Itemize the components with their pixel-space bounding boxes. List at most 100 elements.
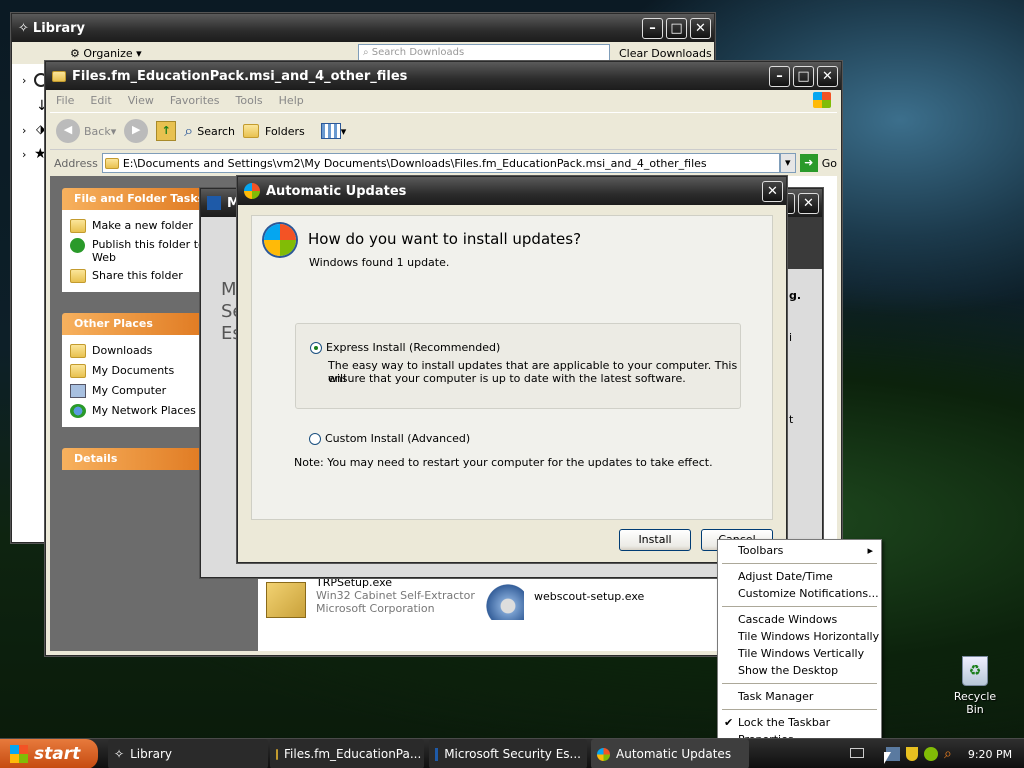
expand-arrow[interactable]: › bbox=[22, 148, 26, 161]
updates-titlebar[interactable]: Automatic Updates ✕ bbox=[238, 177, 786, 205]
expand-arrow[interactable]: › bbox=[22, 74, 26, 87]
go-button[interactable]: ➜ Go bbox=[799, 154, 837, 172]
menu-item-tile-vertically[interactable]: Tile Windows Vertically bbox=[720, 645, 879, 662]
minimize-button[interactable]: – bbox=[642, 18, 663, 39]
views-button[interactable]: ▾ bbox=[320, 123, 346, 139]
close-button[interactable]: ✕ bbox=[762, 181, 783, 202]
menu-separator bbox=[722, 683, 877, 684]
go-arrow-icon: ➜ bbox=[799, 154, 818, 172]
update-tray-icon[interactable] bbox=[924, 747, 938, 761]
minimize-button[interactable]: – bbox=[769, 66, 790, 87]
updates-shield-icon bbox=[244, 183, 260, 199]
menu-item-show-desktop[interactable]: Show the Desktop bbox=[720, 662, 879, 679]
start-button[interactable]: start bbox=[0, 739, 98, 768]
my-computer-icon bbox=[70, 384, 86, 398]
back-icon: ◀ bbox=[56, 119, 80, 143]
windows-flag-icon bbox=[10, 745, 28, 763]
setup-cd-icon bbox=[484, 580, 524, 620]
address-label: Address bbox=[54, 156, 98, 170]
place-my-documents-label: My Documents bbox=[92, 364, 175, 377]
place-my-network-label: My Network Places bbox=[92, 404, 196, 417]
back-button[interactable]: ◀ Back ▾ bbox=[56, 119, 116, 143]
menu-separator bbox=[722, 563, 877, 564]
start-label: start bbox=[34, 744, 81, 764]
install-button[interactable]: Install bbox=[619, 529, 691, 551]
file-item[interactable]: webscout-setup.exe bbox=[484, 576, 684, 626]
share-folder-icon bbox=[70, 269, 86, 283]
taskbar: start ✧ Library Files.fm_EducationPa... M… bbox=[0, 738, 1024, 768]
menu-view[interactable]: View bbox=[128, 94, 154, 107]
security-shield-tray-icon[interactable] bbox=[906, 747, 918, 761]
windows-logo-icon bbox=[813, 92, 831, 108]
share-folder-label: Share this folder bbox=[92, 269, 183, 282]
menu-item-lock-taskbar[interactable]: ✔ Lock the Taskbar bbox=[720, 714, 879, 731]
file-info: TRPSetup.exe Win32 Cabinet Self-Extracto… bbox=[316, 576, 475, 615]
address-input[interactable]: E:\Documents and Settings\vm2\My Documen… bbox=[101, 153, 780, 173]
menu-edit[interactable]: Edit bbox=[90, 94, 111, 107]
search-icon: ⌕ bbox=[184, 121, 194, 140]
back-label: Back bbox=[84, 124, 111, 138]
menu-item-task-manager[interactable]: Task Manager bbox=[720, 688, 879, 705]
maximize-button[interactable]: □ bbox=[793, 66, 814, 87]
explorer-title: Files.fm_EducationPack.msi_and_4_other_f… bbox=[72, 68, 408, 84]
library-search-input[interactable]: ⌕ Search Downloads bbox=[358, 44, 610, 62]
system-tray: ⌕ 9:20 PM bbox=[880, 739, 1024, 768]
close-button[interactable]: ✕ bbox=[690, 18, 711, 39]
explorer-titlebar[interactable]: Files.fm_EducationPack.msi_and_4_other_f… bbox=[46, 62, 841, 90]
custom-install-radio[interactable]: Custom Install (Advanced) bbox=[309, 432, 470, 445]
menu-file[interactable]: File bbox=[56, 94, 74, 107]
address-value: E:\Documents and Settings\vm2\My Documen… bbox=[122, 156, 707, 170]
search-button[interactable]: ⌕ Search bbox=[184, 121, 235, 141]
taskbar-item-explorer[interactable]: Files.fm_EducationPa... bbox=[270, 739, 424, 768]
file-name: webscout-setup.exe bbox=[534, 590, 645, 603]
menu-help[interactable]: Help bbox=[279, 94, 304, 107]
clock[interactable]: 9:20 PM bbox=[968, 748, 1012, 761]
up-folder-icon[interactable]: ↑ bbox=[156, 121, 177, 141]
menu-item-toolbars[interactable]: Toolbars ▸ bbox=[720, 542, 879, 559]
restart-note: Note: You may need to restart your compu… bbox=[294, 456, 713, 469]
my-documents-icon bbox=[70, 364, 86, 378]
taskbar-item-security-essentials[interactable]: Microsoft Security Es... bbox=[429, 739, 587, 768]
close-button[interactable]: ✕ bbox=[798, 193, 819, 214]
taskbar-item-label: Microsoft Security Es... bbox=[444, 747, 581, 761]
maximize-button[interactable]: □ bbox=[666, 18, 687, 39]
clear-downloads-button[interactable]: Clear Downloads bbox=[619, 47, 712, 60]
mse-small-icon bbox=[435, 747, 439, 761]
recycle-bin-label: Recycle Bin bbox=[953, 690, 997, 716]
taskbar-item-library[interactable]: ✧ Library bbox=[108, 739, 268, 768]
file-company: Microsoft Corporation bbox=[316, 602, 435, 615]
file-type: Win32 Cabinet Self-Extractor bbox=[316, 589, 475, 602]
menu-item-cascade-windows[interactable]: Cascade Windows bbox=[720, 611, 879, 628]
menu-favorites[interactable]: Favorites bbox=[170, 94, 220, 107]
search-tray-icon[interactable]: ⌕ bbox=[944, 746, 952, 762]
express-install-group: Express Install (Recommended) The easy w… bbox=[295, 323, 741, 409]
address-dropdown-button[interactable]: ▾ bbox=[779, 153, 796, 173]
recycle-bin-icon: ♻ bbox=[962, 656, 988, 686]
express-desc-line-2: ensure that your computer is up to date … bbox=[328, 372, 686, 385]
organize-label: Organize bbox=[83, 47, 133, 60]
custom-radio-dot bbox=[309, 433, 321, 445]
close-button[interactable]: ✕ bbox=[817, 66, 838, 87]
expand-arrow[interactable]: › bbox=[22, 124, 26, 137]
folders-button[interactable]: Folders bbox=[243, 124, 305, 138]
mse-app-icon bbox=[207, 196, 221, 210]
keyboard-icon[interactable] bbox=[850, 748, 864, 758]
mse-right-text-line: g. bbox=[789, 289, 802, 302]
file-item[interactable]: TRPSetup.exe Win32 Cabinet Self-Extracto… bbox=[262, 576, 482, 626]
network-places-icon bbox=[70, 404, 86, 418]
menu-item-tile-horizontally[interactable]: Tile Windows Horizontally bbox=[720, 628, 879, 645]
menu-item-adjust-date-time[interactable]: Adjust Date/Time bbox=[720, 568, 879, 585]
folders-icon bbox=[243, 124, 260, 138]
library-titlebar[interactable]: ✧ Library – □ ✕ bbox=[12, 14, 714, 42]
forward-icon[interactable]: ▶ bbox=[124, 119, 149, 143]
recycle-bin-desktop-icon[interactable]: ♻ Recycle Bin bbox=[944, 656, 1006, 716]
menu-tools[interactable]: Tools bbox=[236, 94, 263, 107]
menu-separator bbox=[722, 606, 877, 607]
place-my-computer-label: My Computer bbox=[92, 384, 167, 397]
taskbar-item-automatic-updates[interactable]: Automatic Updates bbox=[591, 739, 749, 768]
folder-icon bbox=[52, 70, 66, 82]
mse-right-text-line: t bbox=[789, 413, 794, 426]
menu-item-customize-notifications[interactable]: Customize Notifications... bbox=[720, 585, 879, 602]
express-install-radio[interactable]: Express Install (Recommended) bbox=[310, 341, 500, 354]
organize-button[interactable]: ⚙ Organize ▾ bbox=[70, 47, 142, 60]
